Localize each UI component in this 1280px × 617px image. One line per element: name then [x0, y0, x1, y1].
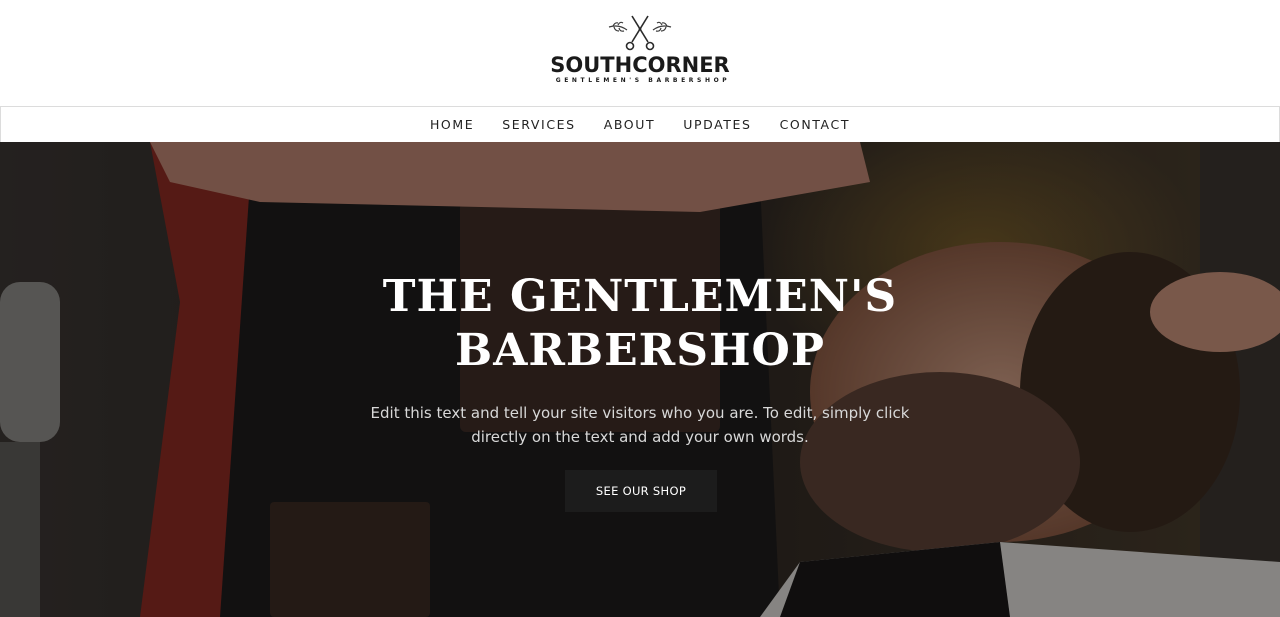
- hero-title-line1: THE GENTLEMEN'S: [382, 271, 898, 322]
- hero-description: Edit this text and tell your site visito…: [370, 404, 910, 446]
- nav-item-services[interactable]: SERVICES: [502, 117, 575, 132]
- brand-name: SOUTHCORNER: [550, 53, 730, 77]
- nav-item-updates[interactable]: UPDATES: [683, 117, 751, 132]
- site-logo[interactable]: SOUTHCORNER GENTLEMEN'S BARBERSHOP: [540, 12, 740, 92]
- site-header: SOUTHCORNER GENTLEMEN'S BARBERSHOP: [0, 0, 1280, 106]
- hero-overlay: [0, 142, 1280, 617]
- nav-item-contact[interactable]: CONTACT: [780, 117, 850, 132]
- hero-section: THE GENTLEMEN'S BARBERSHOP Edit this tex…: [0, 142, 1280, 617]
- nav-item-about[interactable]: ABOUT: [604, 117, 656, 132]
- brand-tagline: GENTLEMEN'S BARBERSHOP: [555, 77, 731, 84]
- main-nav: HOME SERVICES ABOUT UPDATES CONTACT: [0, 106, 1280, 143]
- hero-title: THE GENTLEMEN'S BARBERSHOP: [290, 270, 990, 378]
- see-our-shop-button[interactable]: SEE OUR SHOP: [565, 470, 717, 512]
- hero-title-line2: BARBERSHOP: [455, 325, 825, 376]
- nav-item-home[interactable]: HOME: [430, 117, 474, 132]
- crossed-scissors-icon: [608, 15, 672, 51]
